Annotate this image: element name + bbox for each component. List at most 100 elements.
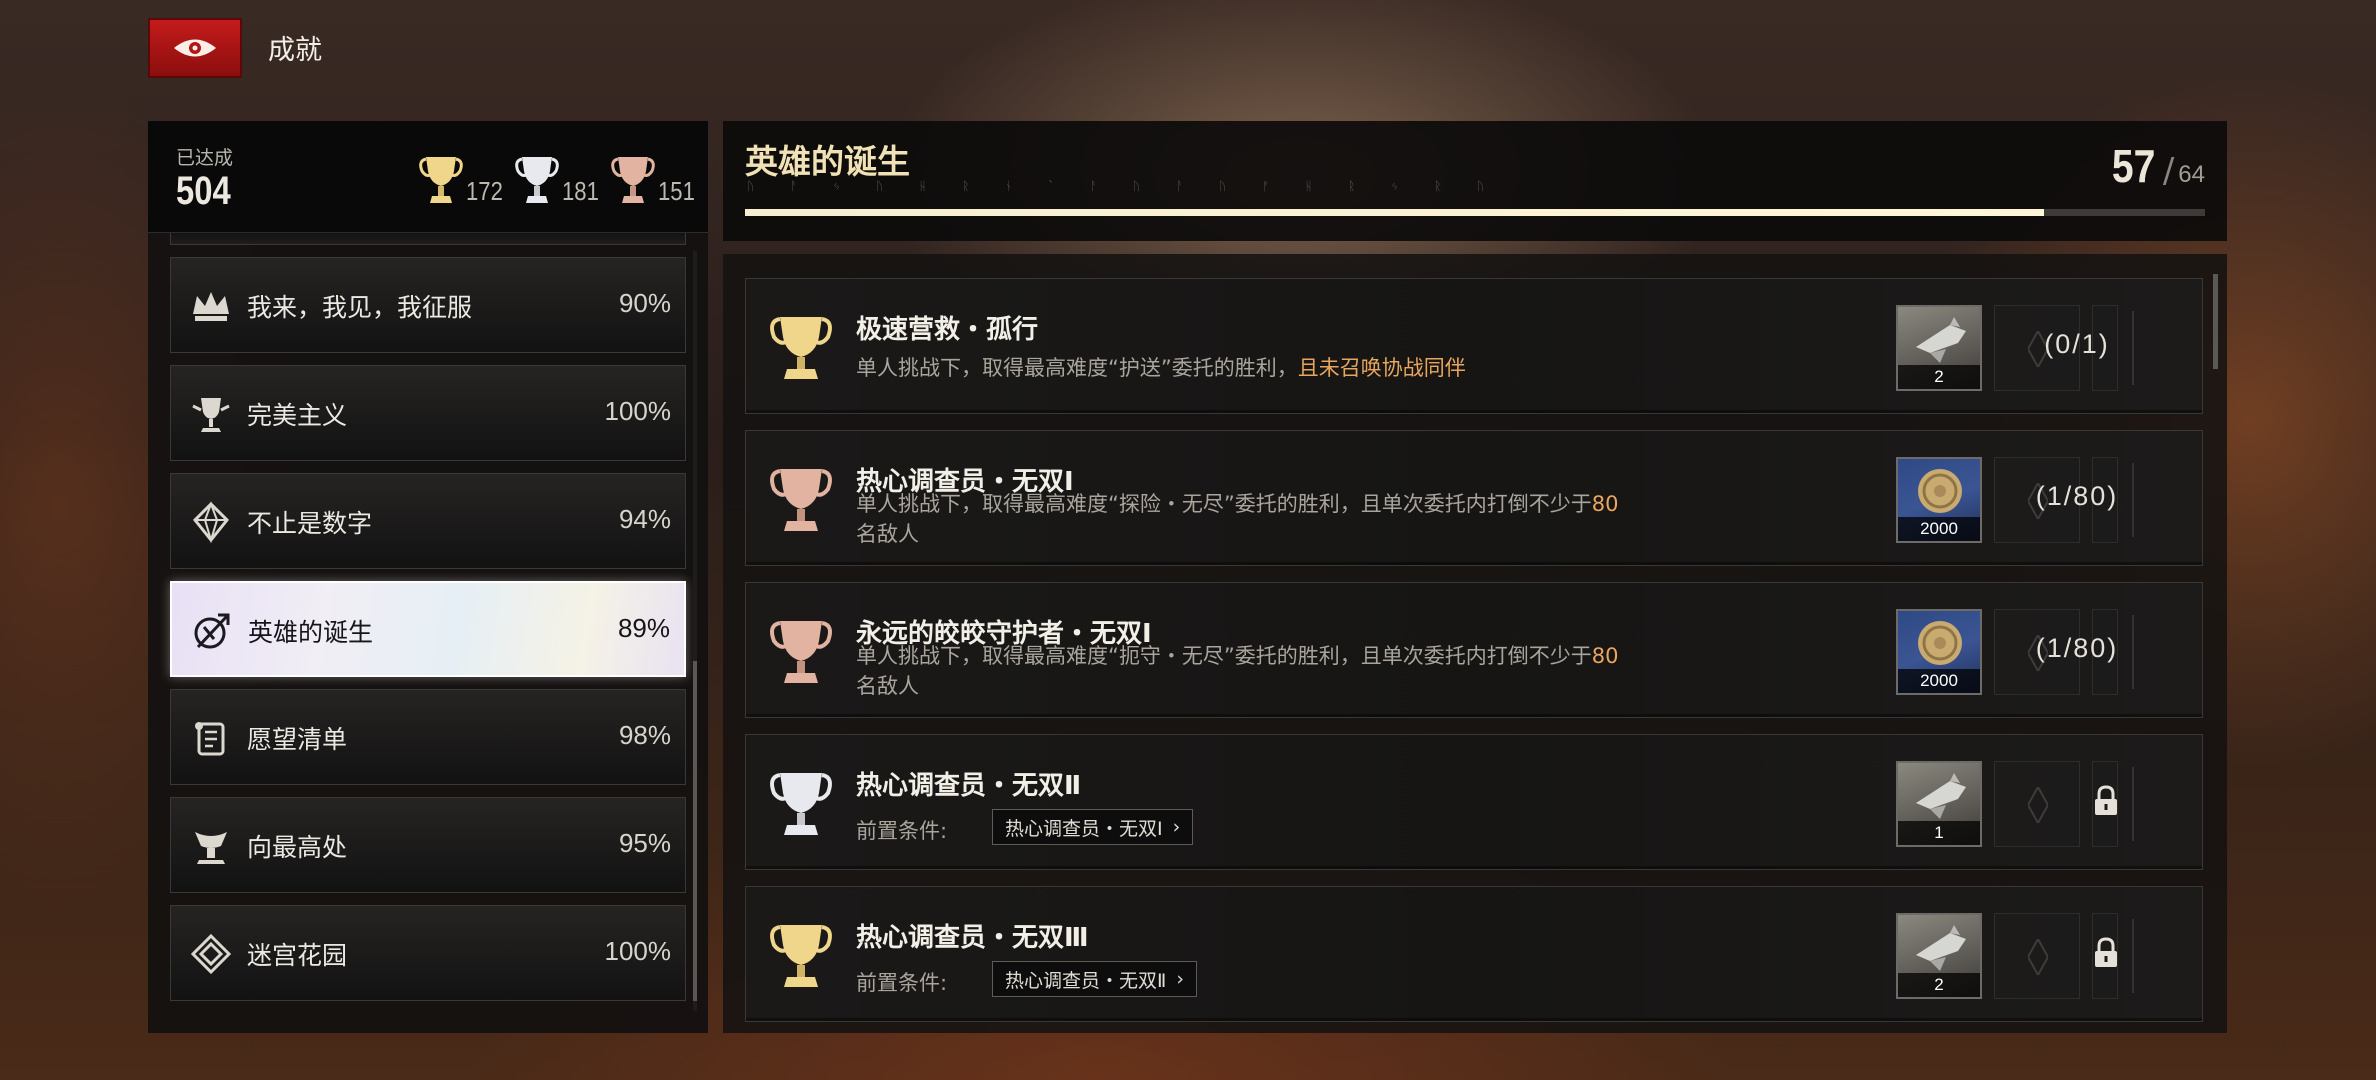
category-percent: 95% [618, 828, 671, 858]
category-progress-fill [745, 209, 2045, 216]
category-item-maze-garden[interactable]: 迷宫花园 100% [170, 905, 686, 1001]
prerequisite-name: 热心调查员・无双Ⅰ [1005, 817, 1163, 840]
reward-count: 2000 [1898, 517, 1980, 541]
gold-coin-icon [1918, 621, 1962, 665]
category-name: 向最高处 [247, 833, 348, 862]
maze-icon [190, 933, 232, 975]
achievement-description: 单人挑战下，取得最高难度“扼守・无尽”委托的胜利，且单次委托内打倒不少于80 名敌… [856, 641, 1756, 701]
category-percent: 100% [604, 936, 672, 966]
reward-slot[interactable]: 2000 [1896, 457, 1982, 543]
prerequisite-label: 前置条件: [856, 819, 948, 843]
lock-icon [2095, 937, 2117, 967]
silver-trophy-stat: 181 [514, 153, 605, 207]
category-percent: 94% [618, 504, 671, 534]
category-name: 迷宫花园 [247, 941, 348, 970]
reward-slot-empty [1994, 913, 2080, 999]
chevron-right-icon: › [1176, 968, 1184, 990]
category-item-hero-birth[interactable]: 英雄的诞生 89% [170, 581, 686, 677]
gold-trophy-icon [770, 925, 832, 987]
progress-separator: / [2162, 151, 2175, 191]
achieved-count: 504 [176, 169, 231, 213]
category-percent: 98% [618, 720, 671, 750]
reward-count: 2000 [1898, 669, 1980, 693]
category-item-partial[interactable] [170, 233, 686, 245]
empty-slot-diamond-icon [2028, 787, 2048, 823]
eye-emblem-icon [174, 39, 216, 57]
progress-total: 64 [2178, 161, 2205, 188]
crown-icon [193, 292, 229, 321]
achievement-name: 热心调查员・无双Ⅱ [856, 771, 1082, 801]
category-detail-title: 英雄的诞生 [745, 142, 910, 181]
reward-slot[interactable]: 2000 [1896, 609, 1982, 695]
achievement-list: 极速营救・孤行 单人挑战下，取得最高难度“护送”委托的胜利，且未召唤协战同伴 2… [723, 254, 2227, 1033]
spaceship-icon [1916, 773, 1966, 819]
gold-count: 172 [466, 176, 503, 206]
divider [2132, 919, 2134, 993]
prerequisite-link[interactable]: 热心调查员・无双Ⅰ › [992, 809, 1194, 845]
progress-current: 57 [2111, 140, 2155, 192]
bronze-trophy-icon [770, 621, 832, 683]
achievement-summary: 已达成 504 172 181 151 [148, 121, 708, 233]
category-panel: 已达成 504 172 181 151 我来，我见，我征服 90% 完美主义 1… [148, 121, 708, 1033]
silver-count: 181 [562, 176, 599, 206]
desc-tail: 名敌人 [856, 522, 919, 546]
category-item-summit[interactable]: 向最高处 95% [170, 797, 686, 893]
hero-emblem-icon [194, 613, 230, 649]
reward-count: 2 [1898, 365, 1980, 389]
achievement-description: 单人挑战下，取得最高难度“护送”委托的胜利，且未召唤协战同伴 [856, 353, 1756, 383]
category-percent: 100% [604, 396, 672, 426]
rune-subtitle: ᚢ ᚨ ᛃ ᚢ ᚺ ᚱ ᚾ ` ᚨ ᚢ ᚨ ᚢ ᚡ ᚺ ᚱ ᛃ ᚱ ᚢ [747, 179, 1501, 193]
gold-trophy-stat: 172 [418, 153, 509, 207]
prerequisite-link[interactable]: 热心调查员・无双Ⅱ › [992, 961, 1197, 997]
category-scrollbar-thumb[interactable] [693, 661, 697, 1001]
desc-highlight: 且未召唤协战同伴 [1297, 356, 1466, 380]
bronze-trophy-icon [770, 469, 832, 531]
category-name: 愿望清单 [247, 725, 348, 754]
category-detail-header: 英雄的诞生 ᚢ ᚨ ᛃ ᚢ ᚺ ᚱ ᚾ ` ᚨ ᚢ ᚨ ᚢ ᚡ ᚺ ᚱ ᛃ ᚱ … [723, 121, 2227, 241]
reward-slot[interactable]: 1 [1896, 761, 1982, 847]
prerequisite-label: 前置条件: [856, 971, 948, 995]
category-item-wishlist[interactable]: 愿望清单 98% [170, 689, 686, 785]
bronze-trophy-stat: 151 [610, 153, 701, 207]
category-name: 我来，我见，我征服 [247, 293, 473, 322]
category-item-numbers[interactable]: 不止是数字 94% [170, 473, 686, 569]
reward-count: 1 [1898, 821, 1980, 845]
divider [2132, 767, 2134, 841]
achievement-name: 热心调查员・无双Ⅲ [856, 923, 1089, 953]
category-item-perfectionism[interactable]: 完美主义 100% [170, 365, 686, 461]
desc-text: 单人挑战下，取得最高难度“护送”委托的胜利， [856, 356, 1298, 380]
silver-trophy-icon [515, 157, 559, 203]
category-name: 英雄的诞生 [248, 618, 374, 647]
achievement-scrollbar-thumb[interactable] [2213, 274, 2218, 369]
goblet-icon [192, 398, 230, 432]
bronze-trophy-icon [611, 157, 655, 203]
lock-icon [2095, 785, 2117, 815]
reward-count: 2 [1898, 973, 1980, 997]
achievement-card[interactable]: 热心调查员・无双Ⅲ 前置条件: 热心调查员・无双Ⅱ › 2 [745, 886, 2203, 1022]
desc-text: 单人挑战下，取得最高难度“扼守・无尽”委托的胜利，且单次委托内打倒不少于 [856, 644, 1592, 668]
reward-slot-empty [1994, 761, 2080, 847]
category-list: 我来，我见，我征服 90% 完美主义 100% 不止是数字 94% 英雄的诞生 … [148, 233, 708, 1033]
empty-slot-diamond-icon [2028, 939, 2048, 975]
spaceship-icon [1916, 317, 1966, 363]
desc-tail: 名敌人 [856, 674, 919, 698]
category-progress-count: 57 / 64 [2108, 139, 2205, 193]
achievement-card[interactable]: 热心调查员・无双Ⅱ 前置条件: 热心调查员・无双Ⅰ › 1 [745, 734, 2203, 870]
reward-slot[interactable]: 2 [1896, 305, 1982, 391]
desc-text: 单人挑战下，取得最高难度“探险・无尽”委托的胜利，且单次委托内打倒不少于 [856, 492, 1592, 516]
achievement-card[interactable]: 热心调查员・无双Ⅰ 单人挑战下，取得最高难度“探险・无尽”委托的胜利，且单次委托… [745, 430, 2203, 566]
category-percent: 90% [618, 288, 671, 318]
faction-emblem-icon[interactable] [148, 18, 242, 78]
page-title: 成就 [268, 35, 322, 66]
achievement-progress: (1/80) [2035, 633, 2119, 663]
achieved-label: 已达成 [176, 147, 234, 169]
gold-trophy-icon [770, 317, 832, 379]
bronze-count: 151 [658, 176, 695, 206]
achievement-card[interactable]: 极速营救・孤行 单人挑战下，取得最高难度“护送”委托的胜利，且未召唤协战同伴 2… [745, 278, 2203, 414]
category-item-conquer[interactable]: 我来，我见，我征服 90% [170, 257, 686, 353]
reward-slot[interactable]: 2 [1896, 913, 1982, 999]
achievement-card[interactable]: 永远的皎皎守护者・无双Ⅰ 单人挑战下，取得最高难度“扼守・无尽”委托的胜利，且单… [745, 582, 2203, 718]
spaceship-icon [1916, 925, 1966, 971]
category-name: 不止是数字 [247, 509, 373, 538]
desc-highlight: 80 [1591, 644, 1619, 668]
